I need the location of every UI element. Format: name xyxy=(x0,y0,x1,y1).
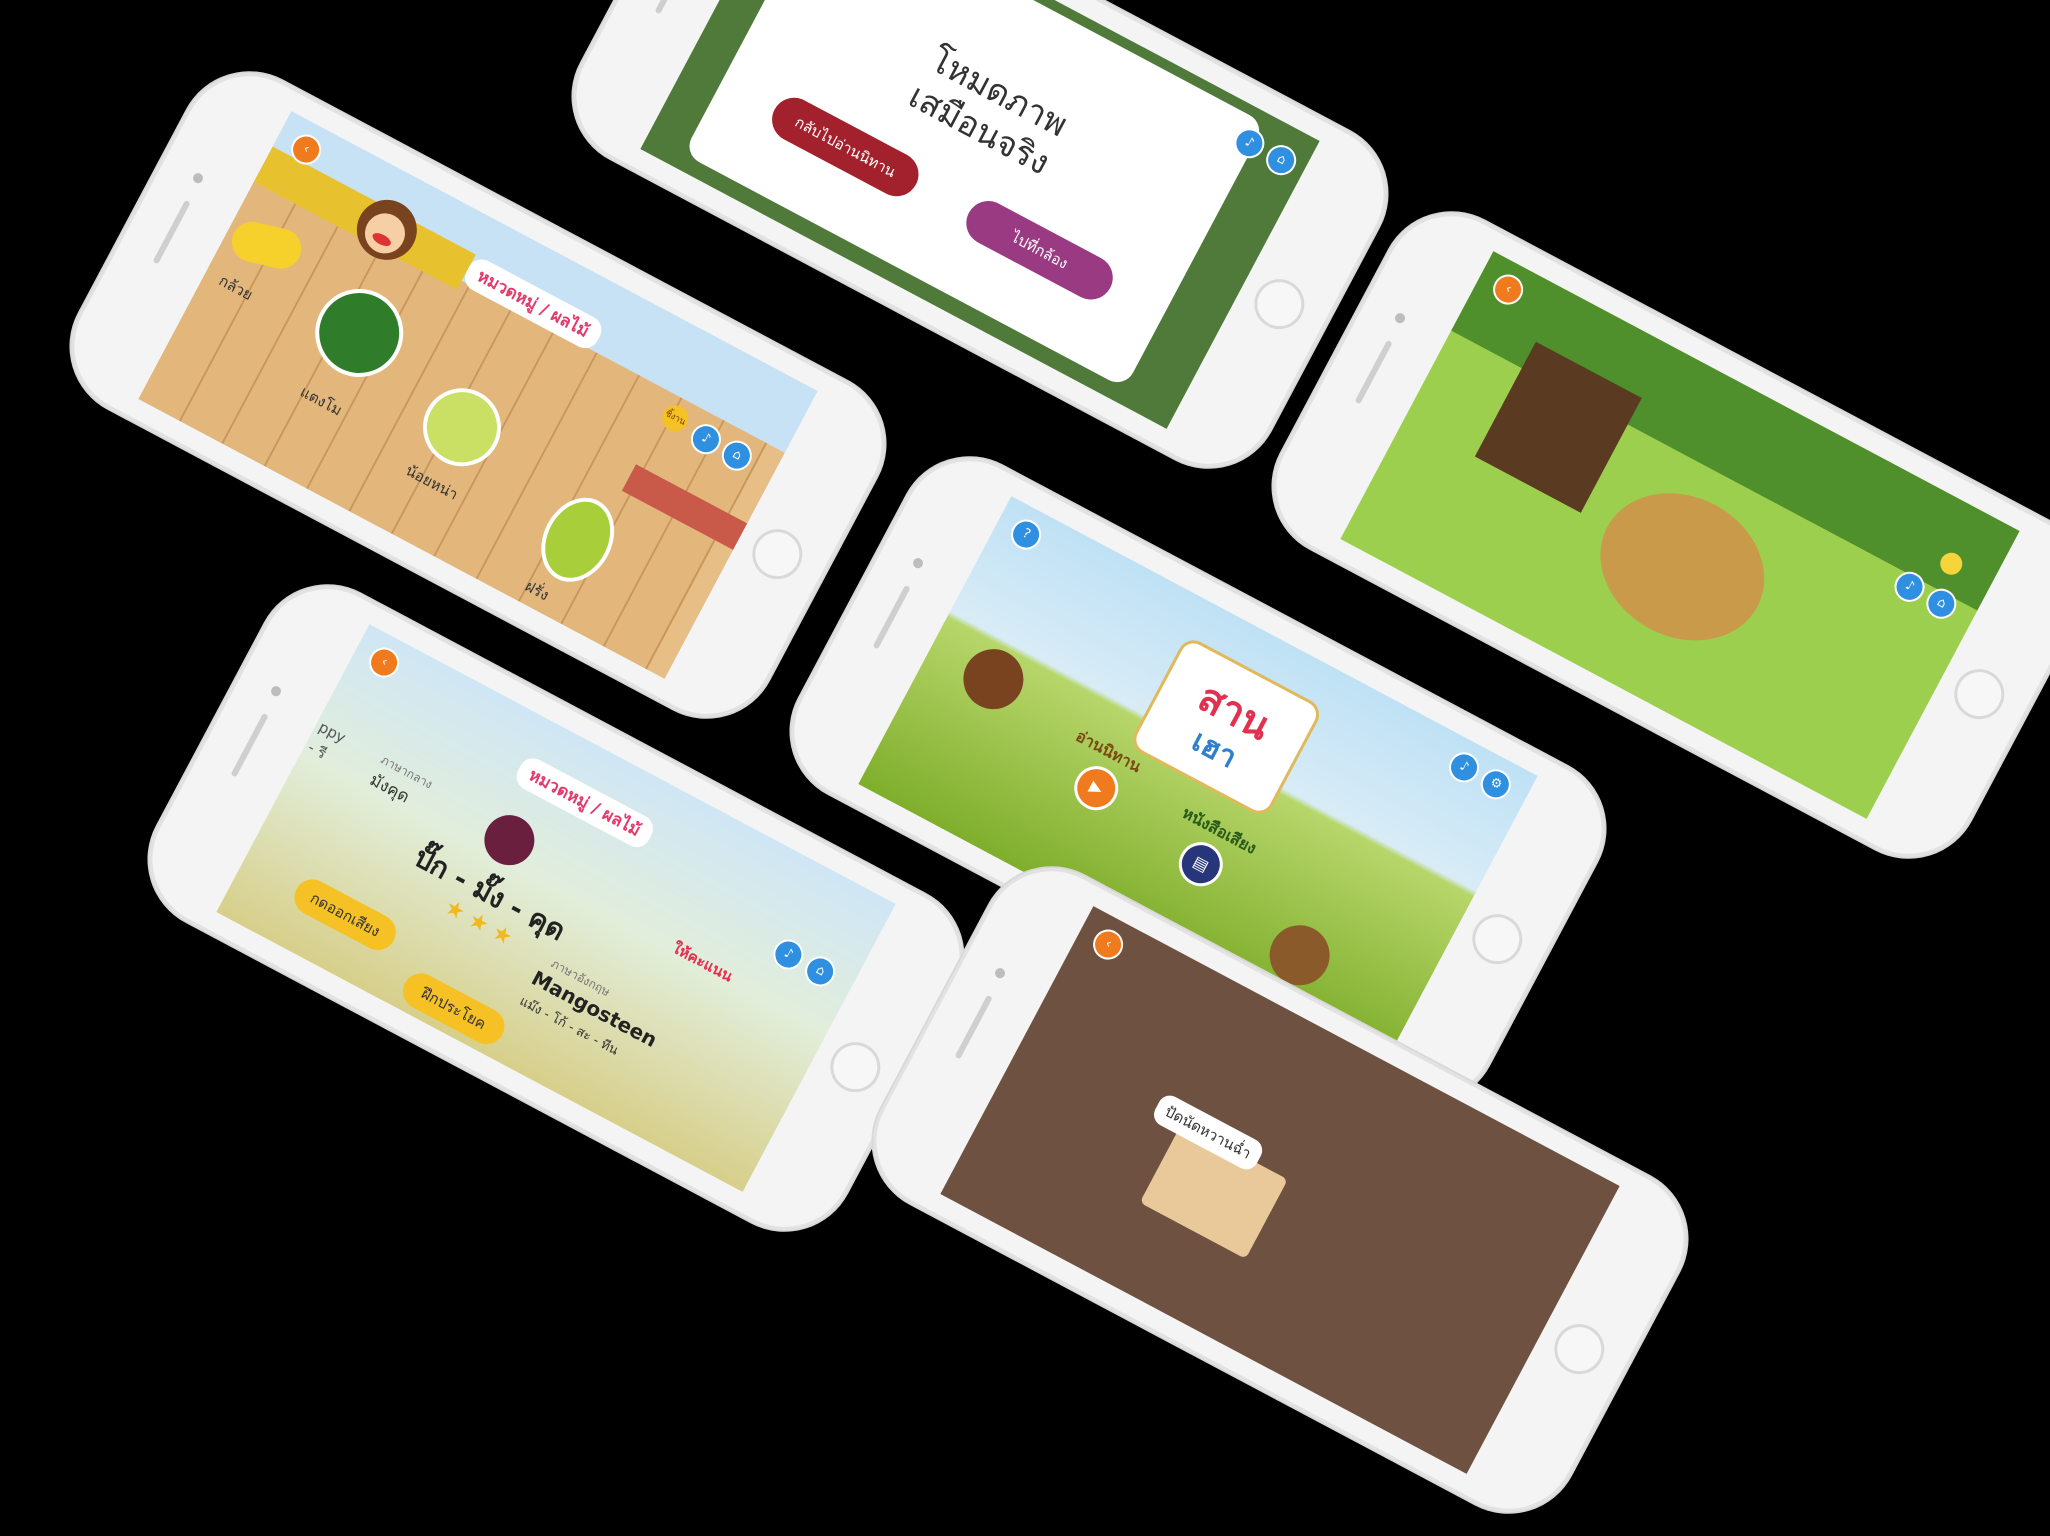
record-voice-button[interactable]: กดออกเสียง xyxy=(288,873,403,957)
practice-sentence-button[interactable]: ฝึกประโยค xyxy=(396,967,511,1051)
girl-character xyxy=(952,638,1034,720)
front-camera xyxy=(1393,311,1407,325)
sound-button[interactable]: ♪ xyxy=(1443,747,1485,788)
phone-home-button xyxy=(1545,1315,1614,1383)
speaker xyxy=(152,199,191,265)
dog-character xyxy=(1574,465,1791,669)
speaker xyxy=(954,994,993,1060)
speaker xyxy=(872,584,911,650)
front-camera xyxy=(269,684,283,698)
back-button[interactable]: ‹ xyxy=(1087,924,1129,965)
speaker xyxy=(1354,339,1393,405)
front-camera xyxy=(911,556,925,570)
phone-home-button xyxy=(743,520,812,588)
help-button[interactable]: ? xyxy=(1005,514,1047,555)
speaker xyxy=(230,712,269,778)
mangosteen-image xyxy=(475,806,544,874)
sound-button[interactable]: ♪ xyxy=(768,934,809,975)
back-button[interactable]: ‹ xyxy=(363,642,405,683)
phone-home-button xyxy=(1245,270,1314,338)
home-button[interactable]: ⌂ xyxy=(1260,139,1302,181)
front-camera xyxy=(993,966,1007,980)
phone-home-button xyxy=(821,1033,890,1101)
home-button[interactable]: ⌂ xyxy=(799,951,841,992)
front-camera xyxy=(191,171,205,185)
dialog: โหมดภาพ เสมือนจริง กลับไปอ่านนิทาน ไปที่… xyxy=(683,0,1266,389)
app-logo: สาน เฮา xyxy=(1127,634,1325,820)
score-label: ให้คะแนน xyxy=(669,938,736,986)
phone-home-button xyxy=(1945,660,2014,728)
speaker xyxy=(654,0,693,15)
settings-button[interactable]: ⚙ xyxy=(1475,764,1517,805)
phone-home-button xyxy=(1463,905,1532,973)
